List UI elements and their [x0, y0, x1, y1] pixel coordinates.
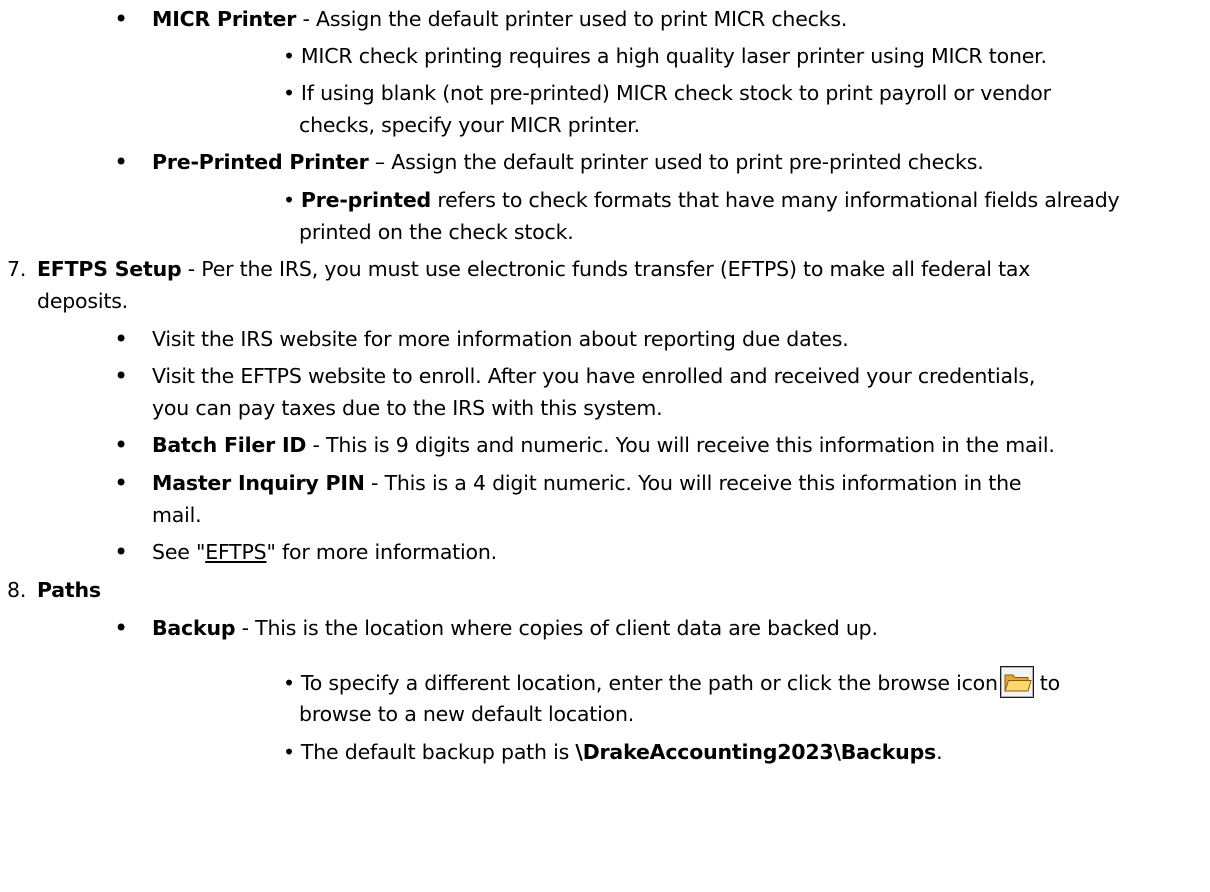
- preprinted-sub-term: Pre-printed: [300, 188, 432, 212]
- preprinted-printer-desc: – Assign the default printer used to pri…: [368, 150, 984, 174]
- backup-sub-text-2-post: .: [936, 740, 943, 764]
- backup-sub-text-1-post: to: [1039, 671, 1060, 695]
- preprinted-printer-term: Pre-Printed Printer: [152, 150, 369, 174]
- more-info-text: " for more information.: [266, 540, 497, 564]
- bullet-icon: •: [114, 362, 128, 390]
- backup-sub-text-1-line2: browse to a new default location.: [299, 702, 635, 726]
- batch-filer-id-term: Batch Filer ID: [152, 433, 307, 457]
- backup-sub-item-1: • To specify a different location, enter …: [283, 666, 1060, 698]
- bullet-icon: •: [283, 671, 295, 695]
- eftps-bullet-2-line1: Visit the EFTPS website to enroll. After…: [152, 364, 1036, 388]
- default-backup-path: \DrakeAccounting2023\Backups: [575, 740, 937, 764]
- eftps-setup-term: EFTPS Setup: [37, 257, 182, 281]
- bullet-icon: •: [114, 148, 128, 176]
- eftps-link[interactable]: EFTPS: [205, 540, 266, 564]
- backup-sub-text-2-pre: The default backup path is: [300, 740, 576, 764]
- bullet-icon: •: [114, 469, 128, 497]
- bullet-icon: •: [114, 614, 128, 642]
- preprinted-sub-text-line1: refers to check formats that have many i…: [431, 188, 1120, 212]
- backup-item: Backup - This is the location where copi…: [152, 614, 878, 642]
- eftps-setup-desc-line2: deposits.: [37, 289, 128, 313]
- master-inquiry-pin-term: Master Inquiry PIN: [152, 471, 365, 495]
- bullet-icon: •: [283, 188, 295, 212]
- bullet-icon: •: [283, 81, 295, 105]
- eftps-setup-item: EFTPS Setup - Per the IRS, you must use …: [37, 255, 1030, 283]
- bullet-icon: •: [114, 5, 128, 33]
- eftps-bullet-3: Batch Filer ID - This is 9 digits and nu…: [152, 431, 1055, 459]
- eftps-setup-desc-line1: - Per the IRS, you must use electronic f…: [181, 257, 1031, 281]
- preprinted-sub-text-line2: printed on the check stock.: [299, 220, 574, 244]
- paths-heading: Paths: [37, 576, 101, 604]
- bullet-icon: •: [283, 740, 295, 764]
- micr-sub-text-1: MICR check printing requires a high qual…: [300, 44, 1047, 68]
- eftps-bullet-1: Visit the IRS website for more informati…: [152, 327, 849, 351]
- master-inquiry-pin-desc-line2: mail.: [152, 503, 202, 527]
- item-number-8: 8.: [7, 578, 27, 602]
- micr-printer-desc: - Assign the default printer used to pri…: [296, 7, 848, 31]
- bullet-icon: •: [114, 431, 128, 459]
- micr-sub-item-1: • MICR check printing requires a high qua…: [283, 42, 1047, 70]
- micr-printer-item: MICR Printer - Assign the default printe…: [152, 5, 847, 33]
- folder-browse-icon[interactable]: [999, 666, 1034, 698]
- item-number-7: 7.: [7, 257, 27, 281]
- backup-desc: - This is the location where copies of c…: [235, 616, 878, 640]
- paths-term: Paths: [37, 578, 101, 602]
- backup-sub-text-1-pre: To specify a different location, enter t…: [300, 671, 998, 695]
- backup-term: Backup: [152, 616, 236, 640]
- micr-sub-item-2: • If using blank (not pre-printed) MICR c…: [283, 79, 1051, 107]
- micr-printer-term: MICR Printer: [152, 7, 297, 31]
- eftps-bullet-2-line2: you can pay taxes due to the IRS with th…: [152, 396, 663, 420]
- micr-sub-text-2-line1: If using blank (not pre-printed) MICR ch…: [300, 81, 1051, 105]
- backup-sub-item-2: • The default backup path is \DrakeAccoun…: [283, 738, 943, 766]
- see-text: See ": [152, 540, 206, 564]
- preprinted-printer-item: Pre-Printed Printer – Assign the default…: [152, 148, 984, 176]
- preprinted-sub-item: • Pre-printed refers to check formats tha…: [283, 186, 1120, 214]
- master-inquiry-pin-desc-line1: - This is a 4 digit numeric. You will re…: [364, 471, 1022, 495]
- bullet-icon: •: [114, 538, 128, 566]
- batch-filer-id-desc: - This is 9 digits and numeric. You will…: [306, 433, 1055, 457]
- eftps-bullet-5: See "EFTPS" for more information.: [152, 538, 497, 566]
- eftps-bullet-4: Master Inquiry PIN - This is a 4 digit n…: [152, 469, 1022, 497]
- micr-sub-text-2-line2: checks, specify your MICR printer.: [299, 113, 640, 137]
- bullet-icon: •: [114, 325, 128, 353]
- bullet-icon: •: [283, 44, 295, 68]
